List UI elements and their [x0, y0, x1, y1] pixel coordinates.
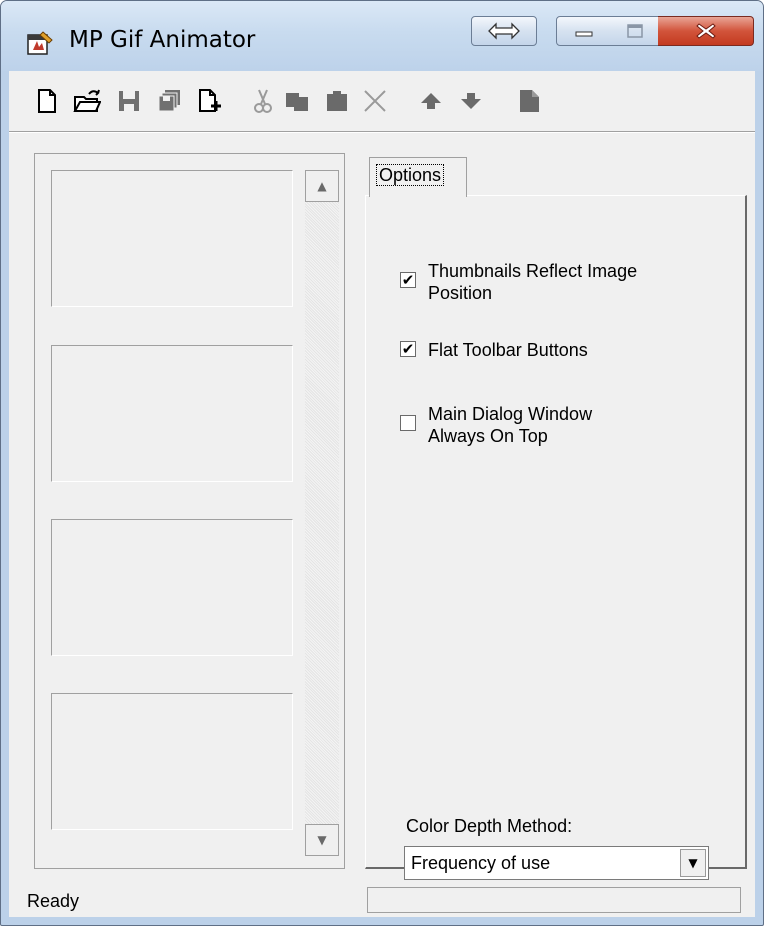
frame-thumbnail[interactable]	[51, 693, 293, 830]
status-bar: Ready	[9, 881, 755, 919]
option-flat-toolbar[interactable]: ✔ Flat Toolbar Buttons	[400, 339, 588, 361]
status-text: Ready	[27, 891, 80, 911]
checkbox[interactable]: ✔	[400, 272, 416, 288]
title-bar[interactable]: MP Gif Animator	[1, 1, 763, 71]
scroll-down-button[interactable]: ▼	[305, 824, 339, 856]
close-button[interactable]	[658, 16, 754, 46]
option-always-on-top[interactable]: Main Dialog Window Always On Top	[400, 403, 648, 447]
minimize-button[interactable]	[556, 16, 612, 46]
insert-image-icon[interactable]	[195, 87, 223, 115]
tab-options[interactable]: Options	[369, 157, 467, 197]
color-depth-value: Frequency of use	[411, 853, 551, 873]
delete-icon[interactable]	[361, 87, 389, 115]
checkbox-label: Flat Toolbar Buttons	[428, 340, 588, 360]
checkbox[interactable]	[400, 415, 416, 431]
paste-icon[interactable]	[323, 87, 351, 115]
open-folder-icon[interactable]	[73, 87, 102, 115]
new-file-icon[interactable]	[33, 87, 61, 115]
checkbox-label: Thumbnails Reflect Image Position	[428, 261, 638, 303]
copy-icon[interactable]	[283, 87, 311, 115]
maximize-button[interactable]	[611, 16, 659, 46]
maximize-icon	[626, 24, 643, 38]
vertical-scrollbar[interactable]: ▲ ▼	[305, 170, 339, 856]
close-icon	[695, 23, 716, 39]
properties-icon[interactable]	[515, 87, 543, 115]
frame-thumbnail[interactable]	[51, 345, 293, 482]
app-icon	[25, 28, 55, 58]
scroll-up-button[interactable]: ▲	[305, 170, 339, 202]
resize-button[interactable]	[471, 16, 537, 46]
options-panel: ✔ Thumbnails Reflect Image Position ✔ Fl…	[365, 195, 747, 880]
save-all-icon[interactable]	[155, 87, 183, 115]
frame-thumbnail[interactable]	[51, 170, 293, 307]
client-area: ▲ ▼ Options ✔ Thumbnails Reflect Image P…	[9, 71, 755, 917]
app-window: MP Gif Animator ▲ ▼ Options ✔ Thumbnails…	[0, 0, 764, 926]
checkbox[interactable]: ✔	[400, 341, 416, 357]
minimize-icon	[575, 31, 593, 37]
chevron-up-icon: ▲	[317, 179, 327, 193]
progress-bar	[367, 887, 741, 913]
double-arrow-icon	[488, 22, 520, 40]
checkbox-label: Main Dialog Window Always On Top	[428, 404, 593, 446]
save-icon[interactable]	[115, 87, 143, 115]
option-thumbnails-reflect[interactable]: ✔ Thumbnails Reflect Image Position	[400, 260, 698, 304]
toolbar	[9, 71, 755, 132]
dropdown-button[interactable]: ▼	[680, 849, 706, 877]
thumbnail-list[interactable]: ▲ ▼	[34, 153, 345, 869]
color-depth-select[interactable]: Frequency of use ▼	[404, 846, 709, 880]
color-depth-label: Color Depth Method:	[406, 816, 573, 836]
cut-icon[interactable]	[249, 87, 277, 115]
window-title: MP Gif Animator	[69, 27, 256, 53]
chevron-down-icon: ▼	[317, 833, 327, 847]
move-down-icon[interactable]	[457, 87, 485, 115]
toolbar-divider	[9, 132, 755, 133]
move-up-icon[interactable]	[417, 87, 445, 115]
tab-options-label: Options	[376, 164, 445, 186]
frame-thumbnail[interactable]	[51, 519, 293, 656]
chevron-down-icon: ▼	[688, 856, 698, 870]
